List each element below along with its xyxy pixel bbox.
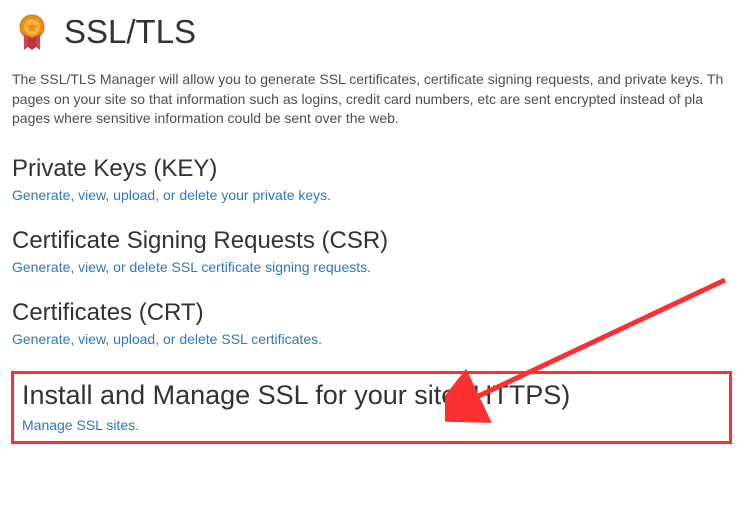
page-header: SSL/TLS: [12, 12, 731, 52]
section-crt: Certificates (CRT) Generate, view, uploa…: [12, 299, 731, 349]
section-heading-keys: Private Keys (KEY): [12, 155, 731, 183]
link-csr[interactable]: Generate, view, or delete SSL certificat…: [12, 259, 371, 275]
section-heading-csr: Certificate Signing Requests (CSR): [12, 227, 731, 255]
link-manage-ssl[interactable]: Manage SSL sites.: [22, 417, 139, 433]
section-csr: Certificate Signing Requests (CSR) Gener…: [12, 227, 731, 277]
section-heading-install: Install and Manage SSL for your site (HT…: [22, 380, 721, 411]
page-title: SSL/TLS: [64, 13, 196, 51]
certificate-badge-icon: [12, 12, 52, 52]
intro-text: The SSL/TLS Manager will allow you to ge…: [12, 70, 731, 129]
section-private-keys: Private Keys (KEY) Generate, view, uploa…: [12, 155, 731, 205]
section-heading-crt: Certificates (CRT): [12, 299, 731, 327]
link-private-keys[interactable]: Generate, view, upload, or delete your p…: [12, 187, 331, 203]
section-install-ssl-highlighted: Install and Manage SSL for your site (HT…: [11, 371, 732, 444]
link-crt[interactable]: Generate, view, upload, or delete SSL ce…: [12, 331, 322, 347]
